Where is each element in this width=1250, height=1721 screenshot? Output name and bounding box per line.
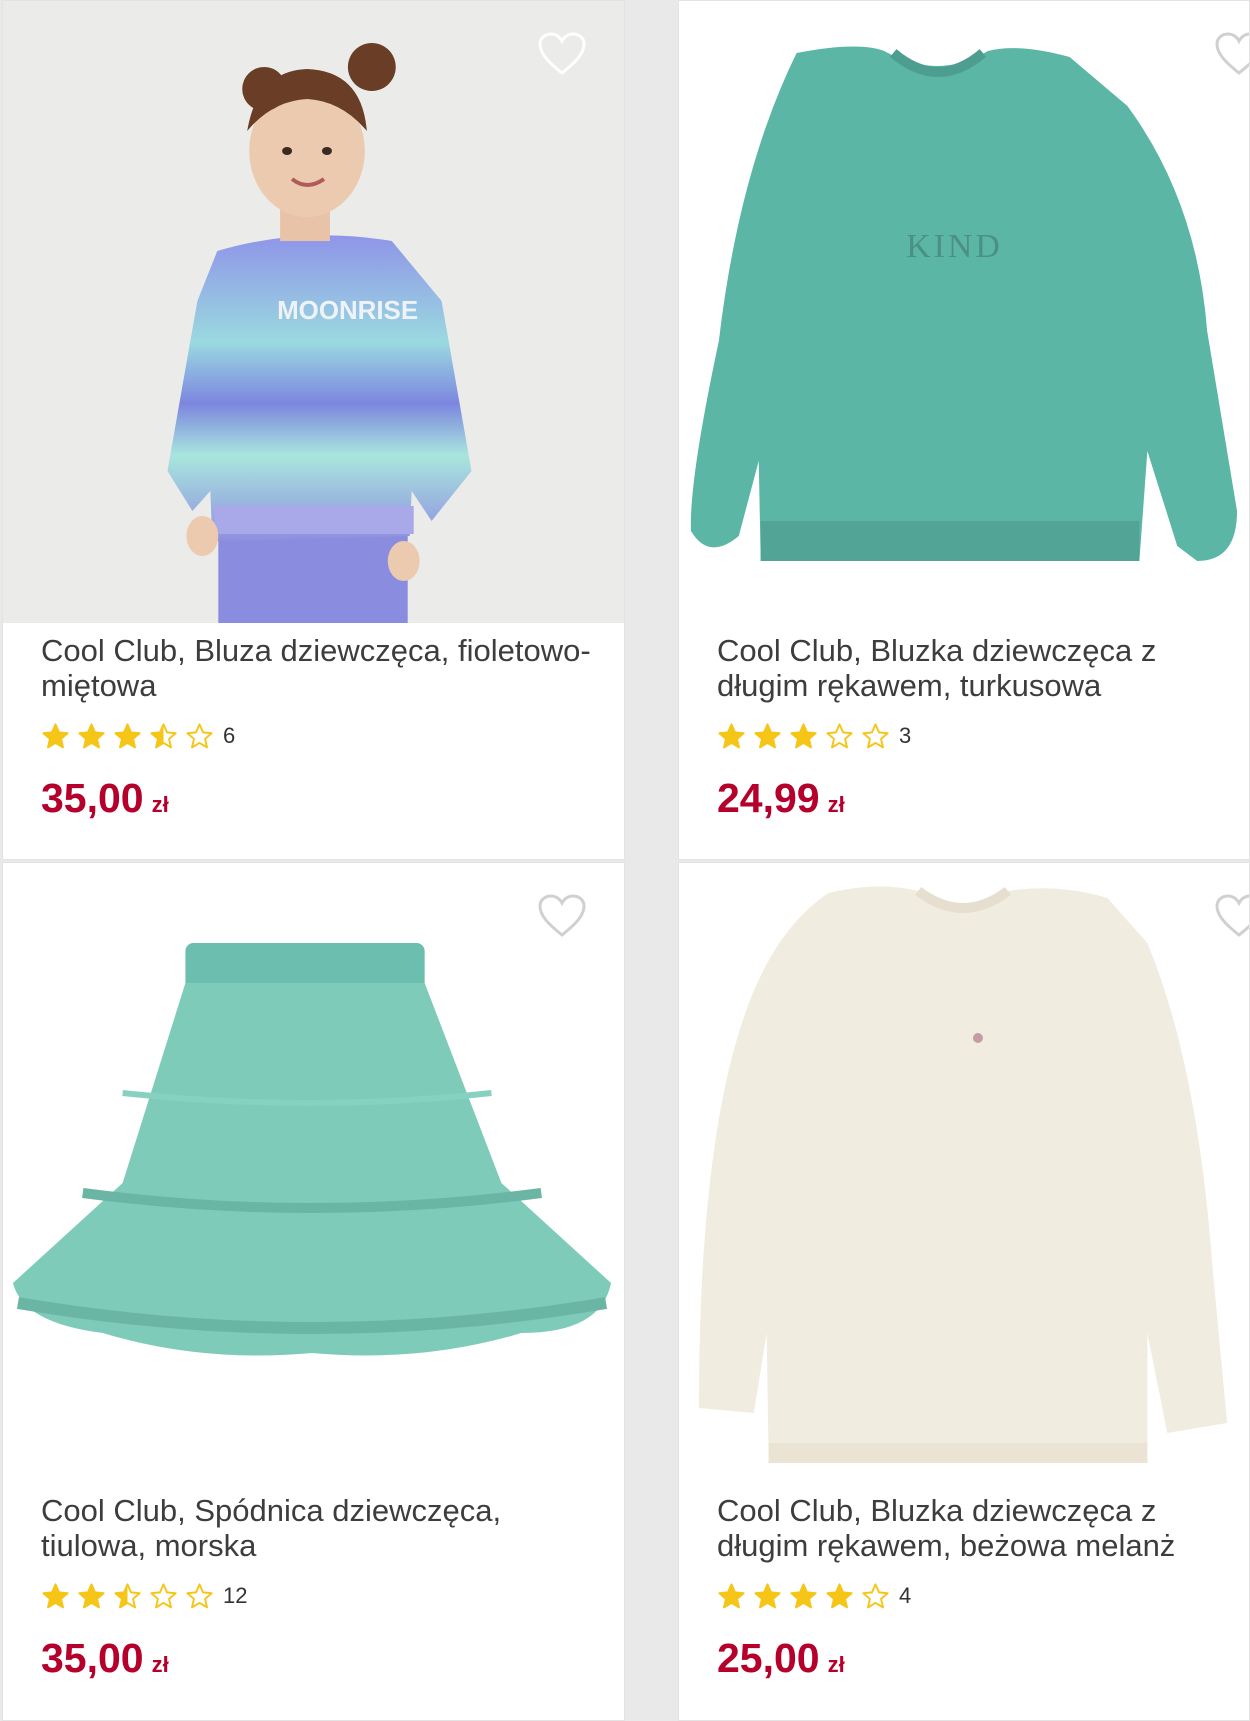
product-rating: 6 — [41, 719, 604, 753]
star-full-icon — [754, 1582, 781, 1608]
star-empty-icon — [186, 1582, 213, 1608]
price-amount: 35,00 — [41, 775, 144, 821]
review-count: 4 — [899, 1583, 912, 1608]
star-full-icon — [718, 1582, 745, 1608]
star-full-icon — [114, 722, 141, 748]
star-full-icon — [42, 1582, 69, 1608]
product-card[interactable]: Cool Club, Spódnica dziewczęca, tiulowa,… — [2, 862, 625, 1721]
review-count: 6 — [223, 723, 236, 748]
favorite-heart-icon[interactable] — [1214, 31, 1250, 77]
product-card[interactable]: Cool Club, Bluzka dziewczęca z długim rę… — [678, 862, 1250, 1721]
star-full-icon — [754, 722, 781, 748]
price-currency: zł — [151, 1652, 169, 1677]
product-title[interactable]: Cool Club, Bluzka dziewczęca z długim rę… — [717, 1491, 1229, 1565]
star-empty-icon — [862, 1582, 889, 1608]
favorite-heart-icon[interactable] — [537, 893, 587, 939]
product-rating: 4 — [717, 1579, 1229, 1613]
rating-stars — [41, 1582, 221, 1611]
star-full-icon — [42, 722, 69, 748]
product-card[interactable]: KIND Cool Club, Bluzka dziewczęca z dług… — [678, 0, 1250, 860]
rating-stars — [717, 722, 897, 751]
product-price: 35,00 zł — [41, 1635, 604, 1682]
price-amount: 25,00 — [717, 1635, 820, 1681]
price-amount: 24,99 — [717, 775, 820, 821]
star-full-icon — [790, 722, 817, 748]
review-count: 3 — [899, 723, 912, 748]
product-price: 35,00 zł — [41, 775, 604, 822]
star-empty-icon — [186, 722, 213, 748]
product-card[interactable]: MOONRISE Cool Club, Bluza dziewczęca, fi… — [2, 0, 625, 860]
price-currency: zł — [827, 792, 845, 817]
product-info: Cool Club, Spódnica dziewczęca, tiulowa,… — [41, 1491, 604, 1682]
product-grid: MOONRISE Cool Club, Bluza dziewczęca, fi… — [0, 0, 1250, 1721]
star-half-icon — [150, 722, 177, 748]
rating-stars — [717, 1582, 897, 1611]
product-info: Cool Club, Bluzka dziewczęca z długim rę… — [717, 631, 1229, 822]
favorite-heart-icon[interactable] — [537, 31, 587, 77]
product-title[interactable]: Cool Club, Bluzka dziewczęca z długim rę… — [717, 631, 1229, 705]
sweater-print-text: MOONRISE — [277, 297, 418, 325]
product-image[interactable]: KIND — [679, 1, 1249, 623]
star-half-icon — [114, 1582, 141, 1608]
star-full-icon — [826, 1582, 853, 1608]
review-count: 12 — [223, 1583, 248, 1608]
product-info: Cool Club, Bluzka dziewczęca z długim rę… — [717, 1491, 1229, 1682]
star-full-icon — [78, 722, 105, 748]
star-empty-icon — [826, 722, 853, 748]
rating-stars — [41, 722, 221, 751]
product-rating: 12 — [41, 1579, 604, 1613]
star-full-icon — [78, 1582, 105, 1608]
price-currency: zł — [151, 792, 169, 817]
price-currency: zł — [827, 1652, 845, 1677]
star-empty-icon — [862, 722, 889, 748]
star-empty-icon — [150, 1582, 177, 1608]
product-image[interactable] — [3, 863, 624, 1485]
product-price: 24,99 zł — [717, 775, 1229, 822]
price-amount: 35,00 — [41, 1635, 144, 1681]
product-info: Cool Club, Bluza dziewczęca, fioletowo-m… — [41, 631, 604, 822]
product-title[interactable]: Cool Club, Bluza dziewczęca, fioletowo-m… — [41, 631, 604, 705]
product-price: 25,00 zł — [717, 1635, 1229, 1682]
product-image[interactable] — [679, 863, 1249, 1485]
sweater-print-text: KIND — [906, 228, 1003, 265]
product-image[interactable]: MOONRISE — [3, 1, 624, 623]
product-title[interactable]: Cool Club, Spódnica dziewczęca, tiulowa,… — [41, 1491, 604, 1565]
product-rating: 3 — [717, 719, 1229, 753]
star-full-icon — [718, 722, 745, 748]
star-full-icon — [790, 1582, 817, 1608]
favorite-heart-icon[interactable] — [1214, 893, 1250, 939]
